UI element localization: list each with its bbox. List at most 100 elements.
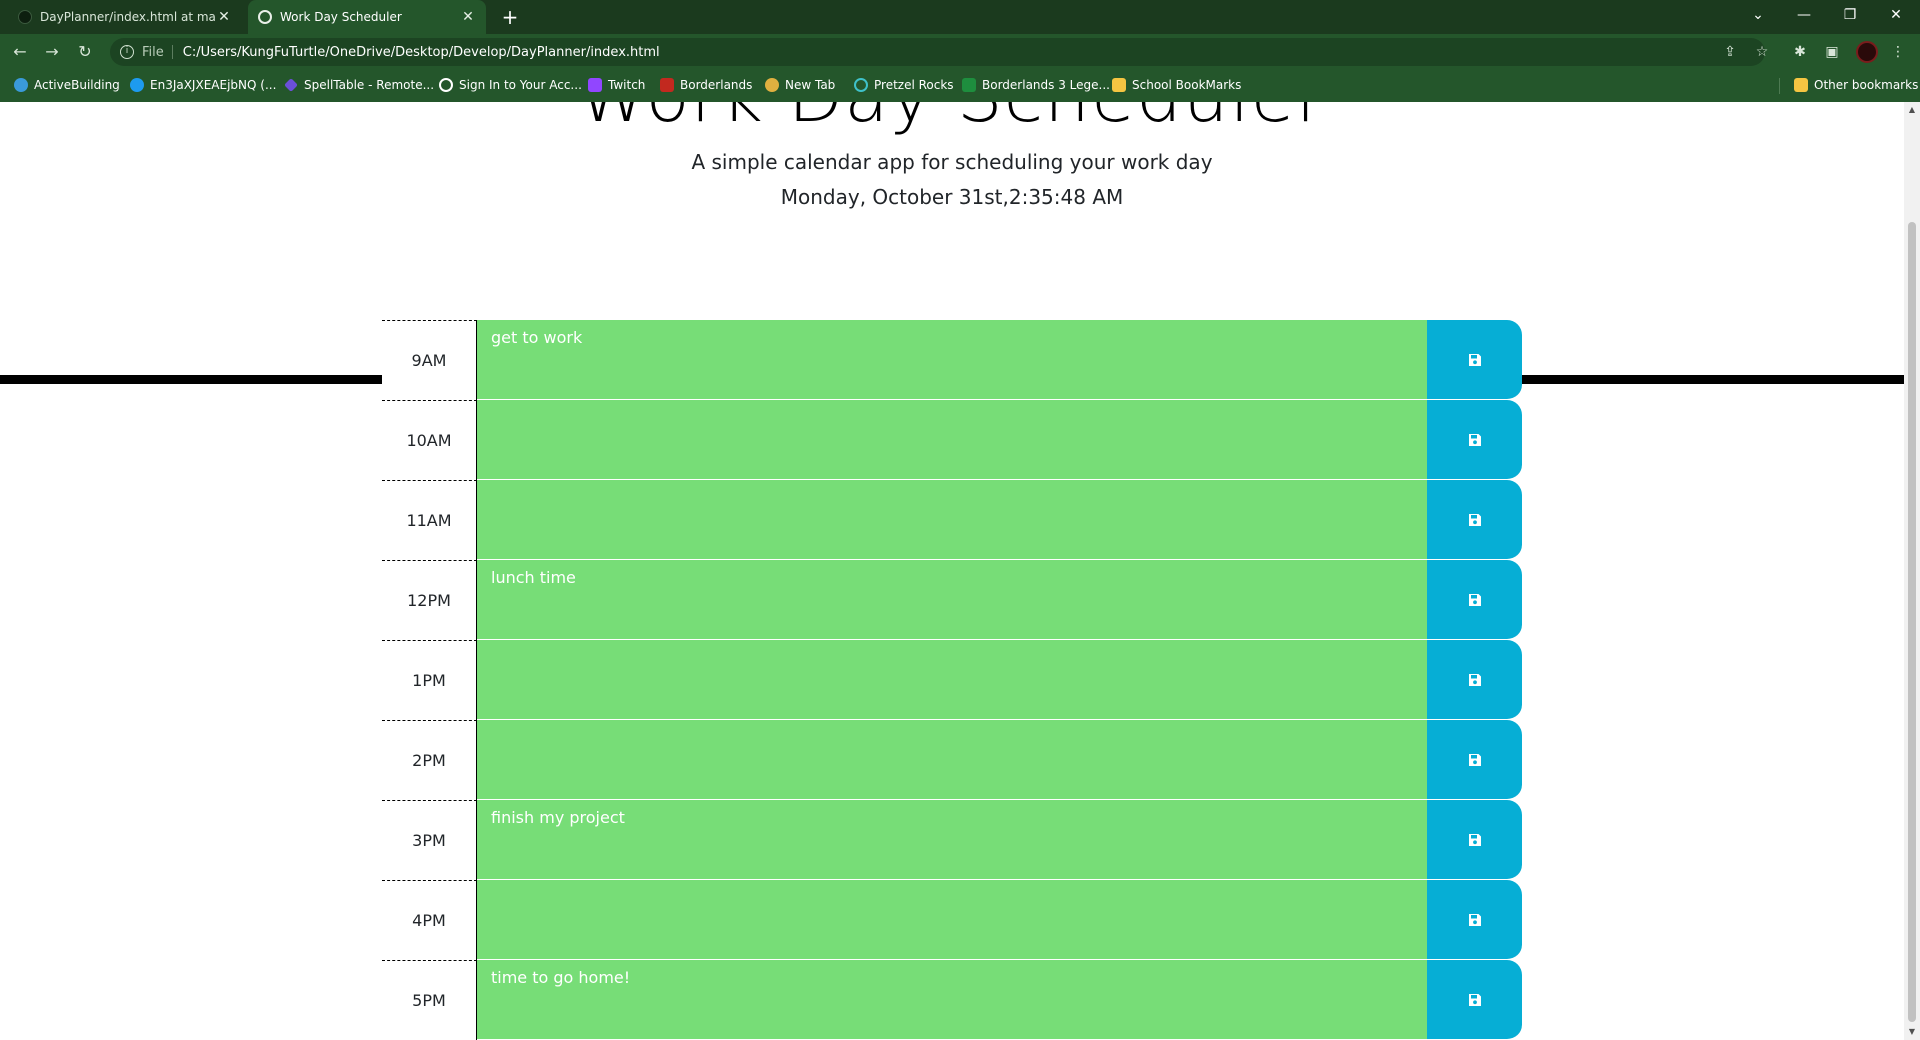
- bookmark-label: Pretzel Rocks: [874, 78, 954, 92]
- omnibox-separator: [171, 45, 173, 59]
- hour-label: 9AM: [382, 320, 477, 400]
- hour-label: 2PM: [382, 720, 477, 800]
- save-button[interactable]: [1427, 480, 1522, 560]
- floppy-disk-icon: [1468, 753, 1481, 766]
- bookmark-sign-in[interactable]: Sign In to Your Acc...: [439, 78, 582, 92]
- time-block-list: 9AM get to work 10AM 11AM 12PM lunch time 1PM 2…: [382, 320, 1522, 1040]
- hour-label: 5PM: [382, 960, 477, 1040]
- time-block: 5PM time to go home!: [382, 960, 1522, 1040]
- bookmarks-bar: ActiveBuilding En3JaXJXEAEjbNQ (... Spel…: [0, 70, 1920, 102]
- task-description[interactable]: get to work: [477, 320, 1427, 400]
- task-description[interactable]: time to go home!: [477, 960, 1427, 1040]
- github-icon: [18, 10, 32, 24]
- bookmark-star-icon[interactable]: ☆: [1752, 42, 1772, 62]
- close-tab-icon[interactable]: ✕: [216, 9, 232, 25]
- site-info-icon[interactable]: i: [120, 45, 134, 59]
- new-tab-button[interactable]: +: [498, 5, 522, 29]
- bookmark-label: SpellTable - Remote...: [304, 78, 435, 92]
- tab-github[interactable]: DayPlanner/index.html at main · ✕: [8, 0, 242, 34]
- task-description[interactable]: [477, 880, 1427, 960]
- bookmark-label: Borderlands 3 Lege...: [982, 78, 1110, 92]
- vertical-scrollbar[interactable]: ▲ ▼: [1904, 102, 1920, 1040]
- time-block: 4PM: [382, 880, 1522, 960]
- bookmark-label: Other bookmarks: [1814, 78, 1919, 92]
- back-arrow-icon[interactable]: ←: [8, 40, 32, 64]
- time-block: 10AM: [382, 400, 1522, 480]
- hour-label: 1PM: [382, 640, 477, 720]
- share-icon[interactable]: ⇪: [1720, 42, 1740, 62]
- minimize-button[interactable]: —: [1782, 0, 1826, 30]
- hour-label: 11AM: [382, 480, 477, 560]
- current-date-time: Monday, October 31st,2:35:48 AM: [780, 185, 1124, 209]
- save-button[interactable]: [1427, 320, 1522, 400]
- bookmark-twitch[interactable]: Twitch: [588, 78, 645, 92]
- twitter-icon: [130, 78, 144, 92]
- bookmark-label: ActiveBuilding: [34, 78, 120, 92]
- task-description[interactable]: finish my project: [477, 800, 1427, 880]
- task-description[interactable]: [477, 720, 1427, 800]
- tab-work-day-scheduler[interactable]: Work Day Scheduler ✕: [248, 0, 486, 34]
- folder-icon: [1112, 78, 1126, 92]
- hour-label: 10AM: [382, 400, 477, 480]
- save-button[interactable]: [1427, 720, 1522, 800]
- bookmark-label: Borderlands: [680, 78, 753, 92]
- bookmark-label: Sign In to Your Acc...: [459, 78, 582, 92]
- save-button[interactable]: [1427, 800, 1522, 880]
- floppy-disk-icon: [1468, 513, 1481, 526]
- activebuilding-icon: [14, 78, 28, 92]
- floppy-disk-icon: [1468, 673, 1481, 686]
- bookmark-pretzel-rocks[interactable]: Pretzel Rocks: [854, 78, 954, 92]
- time-block: 2PM: [382, 720, 1522, 800]
- hour-label: 3PM: [382, 800, 477, 880]
- folder-icon: [1794, 78, 1808, 92]
- url-text[interactable]: C:/Users/KungFuTurtle/OneDrive/Desktop/D…: [183, 45, 660, 60]
- bookmark-borderlands-3[interactable]: Borderlands 3 Lege...: [962, 78, 1110, 92]
- restore-button[interactable]: ❐: [1828, 0, 1872, 30]
- page-viewport: Work Day Scheduler A simple calendar app…: [0, 102, 1904, 1040]
- pretzel-icon: [854, 78, 868, 92]
- reload-icon[interactable]: ↻: [73, 40, 97, 64]
- sheets-icon: [962, 78, 976, 92]
- time-block: 3PM finish my project: [382, 800, 1522, 880]
- task-description[interactable]: [477, 400, 1427, 480]
- side-panel-icon[interactable]: ▣: [1822, 42, 1842, 62]
- scroll-up-arrow-icon[interactable]: ▲: [1908, 106, 1916, 114]
- close-window-button[interactable]: ✕: [1874, 0, 1918, 30]
- time-block: 12PM lunch time: [382, 560, 1522, 640]
- browser-toolbar: ← → ↻ i File C:/Users/KungFuTurtle/OneDr…: [0, 34, 1920, 70]
- save-button[interactable]: [1427, 560, 1522, 640]
- bookmark-label: Twitch: [608, 78, 646, 92]
- bookmark-folder-school[interactable]: School BookMarks: [1112, 78, 1241, 92]
- page-subtitle: A simple calendar app for scheduling you…: [691, 150, 1213, 174]
- extensions-icon[interactable]: ✱: [1790, 42, 1810, 62]
- bookmark-borderlands[interactable]: Borderlands: [660, 78, 752, 92]
- scrollbar-thumb[interactable]: [1908, 222, 1916, 1022]
- task-description[interactable]: [477, 640, 1427, 720]
- save-button[interactable]: [1427, 880, 1522, 960]
- forward-arrow-icon[interactable]: →: [40, 40, 64, 64]
- tab-search-icon[interactable]: ⌄: [1736, 0, 1780, 30]
- bookmark-label: New Tab: [785, 78, 836, 92]
- close-tab-icon[interactable]: ✕: [460, 9, 476, 25]
- bookmark-activebuilding[interactable]: ActiveBuilding: [14, 78, 120, 92]
- task-description[interactable]: lunch time: [477, 560, 1427, 640]
- scroll-down-arrow-icon[interactable]: ▼: [1908, 1028, 1916, 1036]
- scheme-label: File: [142, 44, 164, 60]
- time-block: 9AM get to work: [382, 320, 1522, 400]
- tab-title: DayPlanner/index.html at main ·: [40, 10, 216, 24]
- bookmarks-divider: [1779, 78, 1780, 94]
- task-description[interactable]: [477, 480, 1427, 560]
- time-block: 1PM: [382, 640, 1522, 720]
- bookmark-new-tab[interactable]: New Tab: [765, 78, 835, 92]
- save-button[interactable]: [1427, 640, 1522, 720]
- address-bar[interactable]: i File C:/Users/KungFuTurtle/OneDrive/De…: [110, 38, 1765, 66]
- spelltable-icon: [284, 78, 298, 92]
- bookmark-twitter[interactable]: En3JaXJXEAEjbNQ (...: [130, 78, 276, 92]
- bookmark-spelltable[interactable]: SpellTable - Remote...: [284, 78, 434, 92]
- menu-kebab-icon[interactable]: ⋮: [1888, 42, 1908, 62]
- save-button[interactable]: [1427, 960, 1522, 1040]
- profile-avatar[interactable]: [1856, 41, 1878, 63]
- borderlands-icon: [660, 78, 674, 92]
- save-button[interactable]: [1427, 400, 1522, 480]
- other-bookmarks-folder[interactable]: Other bookmarks: [1794, 78, 1918, 92]
